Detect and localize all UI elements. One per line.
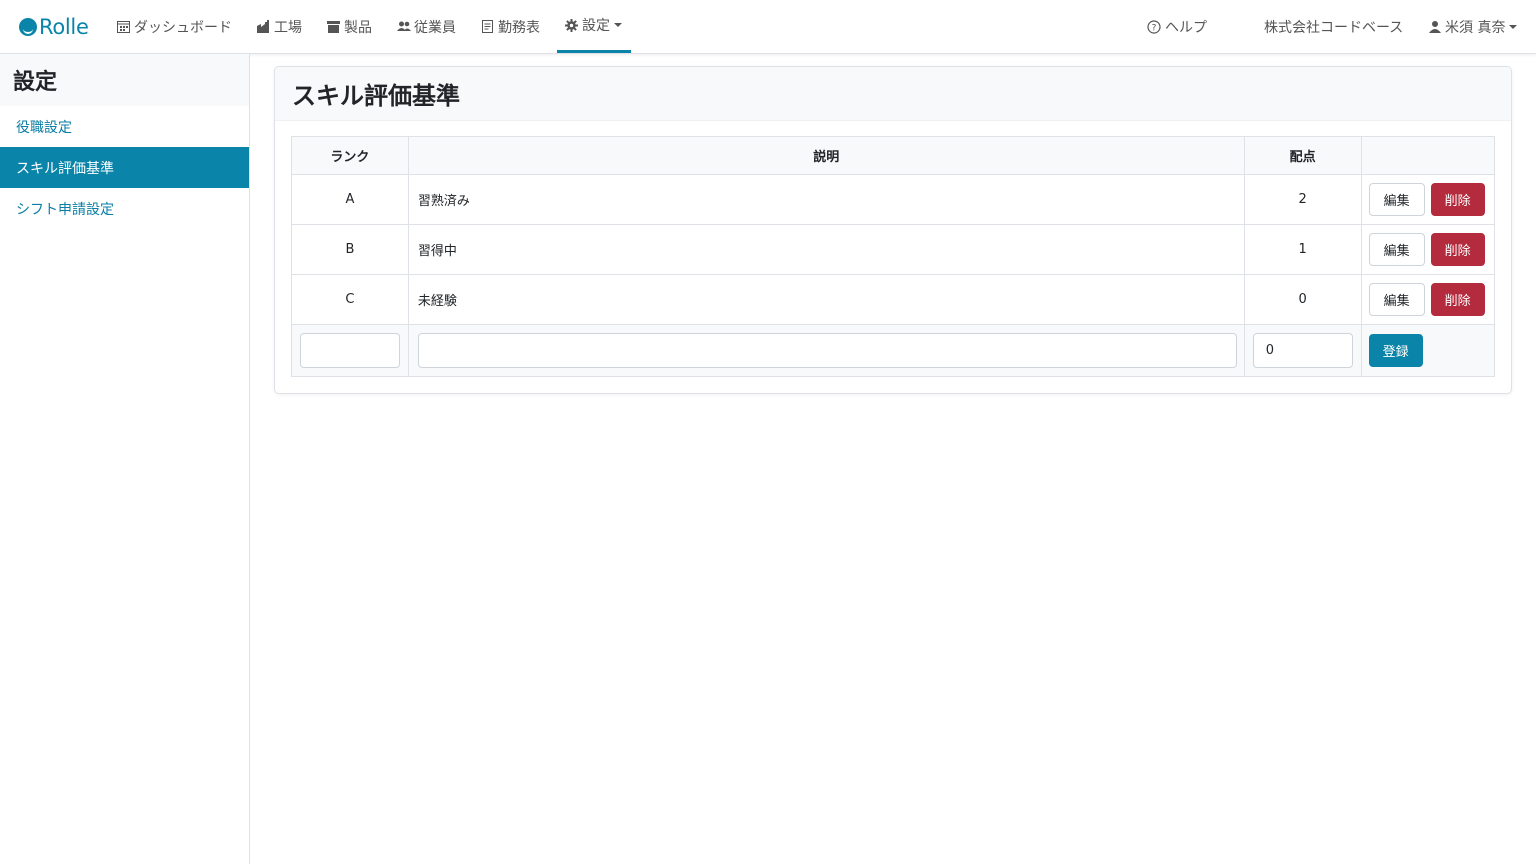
column-rank: ランク — [291, 136, 409, 175]
rank-cell: A — [291, 174, 409, 225]
score-cell: 2 — [1243, 174, 1362, 225]
delete-button[interactable]: 削除 — [1430, 283, 1485, 316]
settings-sidebar: 設定 役職設定 スキル評価基準 シフト申請設定 — [0, 54, 250, 864]
schedule-icon — [481, 20, 494, 33]
column-score: 配点 — [1243, 136, 1362, 175]
logo-icon — [19, 18, 37, 36]
sidebar-item-positions[interactable]: 役職設定 — [0, 106, 249, 147]
rank-cell: B — [291, 224, 409, 275]
nav-label: 製品 — [344, 19, 372, 36]
user-name: 米須 真奈 — [1445, 19, 1506, 36]
help-label: ヘルプ — [1165, 19, 1207, 36]
gear-icon — [565, 18, 578, 32]
box-icon — [327, 20, 340, 33]
page-title: スキル評価基準 — [275, 67, 1511, 121]
nav-label: 設定 — [582, 18, 610, 34]
actions-cell: 編集 削除 — [1360, 224, 1496, 275]
new-score-cell — [1243, 324, 1362, 377]
nav-products[interactable]: 製品 — [327, 0, 372, 53]
new-description-cell — [407, 324, 1245, 377]
description-cell: 習熟済み — [407, 174, 1245, 225]
brand-name: Rolle — [39, 15, 89, 39]
user-menu[interactable]: 米須 真奈 — [1428, 0, 1518, 53]
edit-button[interactable]: 編集 — [1368, 233, 1425, 266]
register-button[interactable]: 登録 — [1368, 334, 1423, 367]
nav-schedule[interactable]: 勤務表 — [481, 0, 540, 53]
nav-settings[interactable]: 設定 — [557, 0, 631, 53]
nav-label: 勤務表 — [498, 19, 540, 36]
column-description: 説明 — [407, 136, 1245, 175]
nav-label: 従業員 — [414, 19, 456, 36]
table-header-row: ランク 説明 配点 — [291, 136, 1496, 175]
chevron-down-icon — [614, 23, 622, 27]
table-row: C 未経験 0 編集 削除 — [291, 274, 1496, 325]
nav-factory[interactable]: 工場 — [257, 0, 302, 53]
table-row: B 習得中 1 編集 削除 — [291, 224, 1496, 275]
new-rank-cell — [291, 324, 409, 377]
factory-icon — [257, 20, 270, 33]
delete-button[interactable]: 削除 — [1430, 183, 1485, 216]
nav-label: 工場 — [274, 19, 302, 36]
company-name[interactable]: 株式会社コードベース — [1264, 0, 1403, 53]
top-navbar: Rolle ダッシュボード 工場 製品 従業員 勤務表 設定 ? ヘルプ 株式会… — [0, 0, 1536, 54]
column-actions — [1360, 136, 1496, 175]
new-rank-input[interactable] — [299, 333, 400, 368]
nav-label: ダッシュボード — [134, 19, 232, 36]
description-cell: 未経験 — [407, 274, 1245, 325]
delete-button[interactable]: 削除 — [1430, 233, 1485, 266]
rank-cell: C — [291, 274, 409, 325]
actions-cell: 編集 削除 — [1360, 174, 1496, 225]
table-row: A 習熟済み 2 編集 削除 — [291, 174, 1496, 225]
score-cell: 0 — [1243, 274, 1362, 325]
chevron-down-icon — [1509, 24, 1518, 29]
calendar-icon — [117, 20, 130, 33]
new-description-input[interactable] — [417, 333, 1237, 368]
nav-help[interactable]: ? ヘルプ — [1147, 0, 1207, 53]
company-label: 株式会社コードベース — [1264, 19, 1404, 36]
nav-dashboard[interactable]: ダッシュボード — [117, 0, 232, 53]
sidebar-item-shift-request[interactable]: シフト申請設定 — [0, 188, 249, 229]
users-icon — [397, 20, 411, 33]
skill-criteria-card: スキル評価基準 ランク 説明 配点 A 習熟済み 2 編集 削除 B 習得中 1… — [274, 66, 1512, 394]
nav-employees[interactable]: 従業員 — [397, 0, 456, 53]
user-icon — [1428, 20, 1441, 33]
sidebar-title: 設定 — [0, 54, 249, 106]
skill-criteria-table: ランク 説明 配点 A 習熟済み 2 編集 削除 B 習得中 1 編集 削除 C… — [291, 136, 1496, 377]
edit-button[interactable]: 編集 — [1368, 283, 1425, 316]
description-cell: 習得中 — [407, 224, 1245, 275]
brand-logo[interactable]: Rolle — [19, 14, 89, 40]
new-score-input[interactable] — [1252, 333, 1353, 368]
new-actions-cell: 登録 — [1360, 324, 1496, 377]
help-icon: ? — [1147, 20, 1161, 34]
sidebar-item-skill-criteria[interactable]: スキル評価基準 — [0, 147, 249, 188]
score-cell: 1 — [1243, 224, 1362, 275]
edit-button[interactable]: 編集 — [1368, 183, 1425, 216]
actions-cell: 編集 削除 — [1360, 274, 1496, 325]
new-entry-row: 登録 — [291, 324, 1496, 377]
svg-text:?: ? — [1152, 24, 1157, 34]
